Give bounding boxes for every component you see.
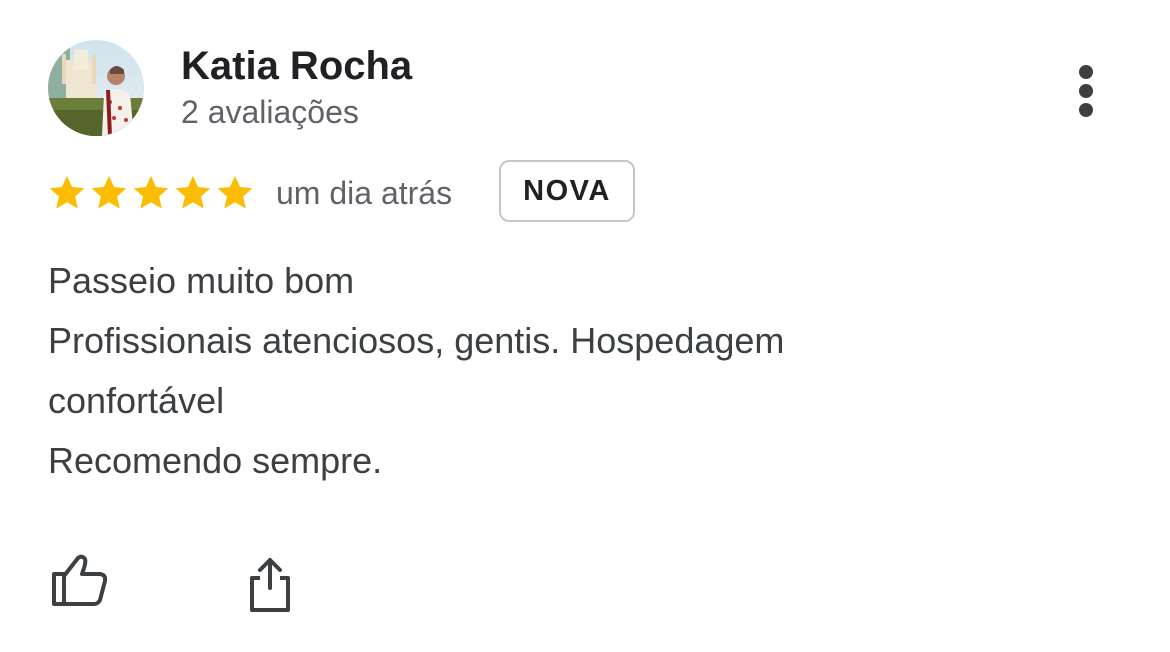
star-icon <box>175 175 211 209</box>
review-text-line: Passeio muito bom <box>48 260 355 301</box>
avatar[interactable] <box>48 40 144 136</box>
more-options-button[interactable] <box>1062 58 1110 122</box>
author-review-count[interactable]: 2 avaliações <box>181 92 359 132</box>
share-icon <box>250 558 290 612</box>
like-button[interactable] <box>48 552 112 616</box>
review-text: Passeio muito bom Profissionais atencios… <box>48 251 1048 491</box>
review-text-line: confortável <box>48 380 225 421</box>
star-icon <box>217 175 253 209</box>
star-icon <box>49 175 85 209</box>
thumb-up-icon <box>52 554 108 606</box>
new-badge: NOVA <box>499 160 635 222</box>
author-name[interactable]: Katia Rocha <box>181 42 412 90</box>
review-text-line: Recomendo sempre. <box>48 440 383 481</box>
star-rating <box>46 172 256 216</box>
review-text-line: Profissionais atenciosos, gentis. Hosped… <box>48 320 785 361</box>
avatar-photo <box>48 40 144 136</box>
review-date: um dia atrás <box>276 175 453 211</box>
share-button[interactable] <box>238 552 302 616</box>
star-icon <box>91 175 127 209</box>
star-icon <box>133 175 169 209</box>
